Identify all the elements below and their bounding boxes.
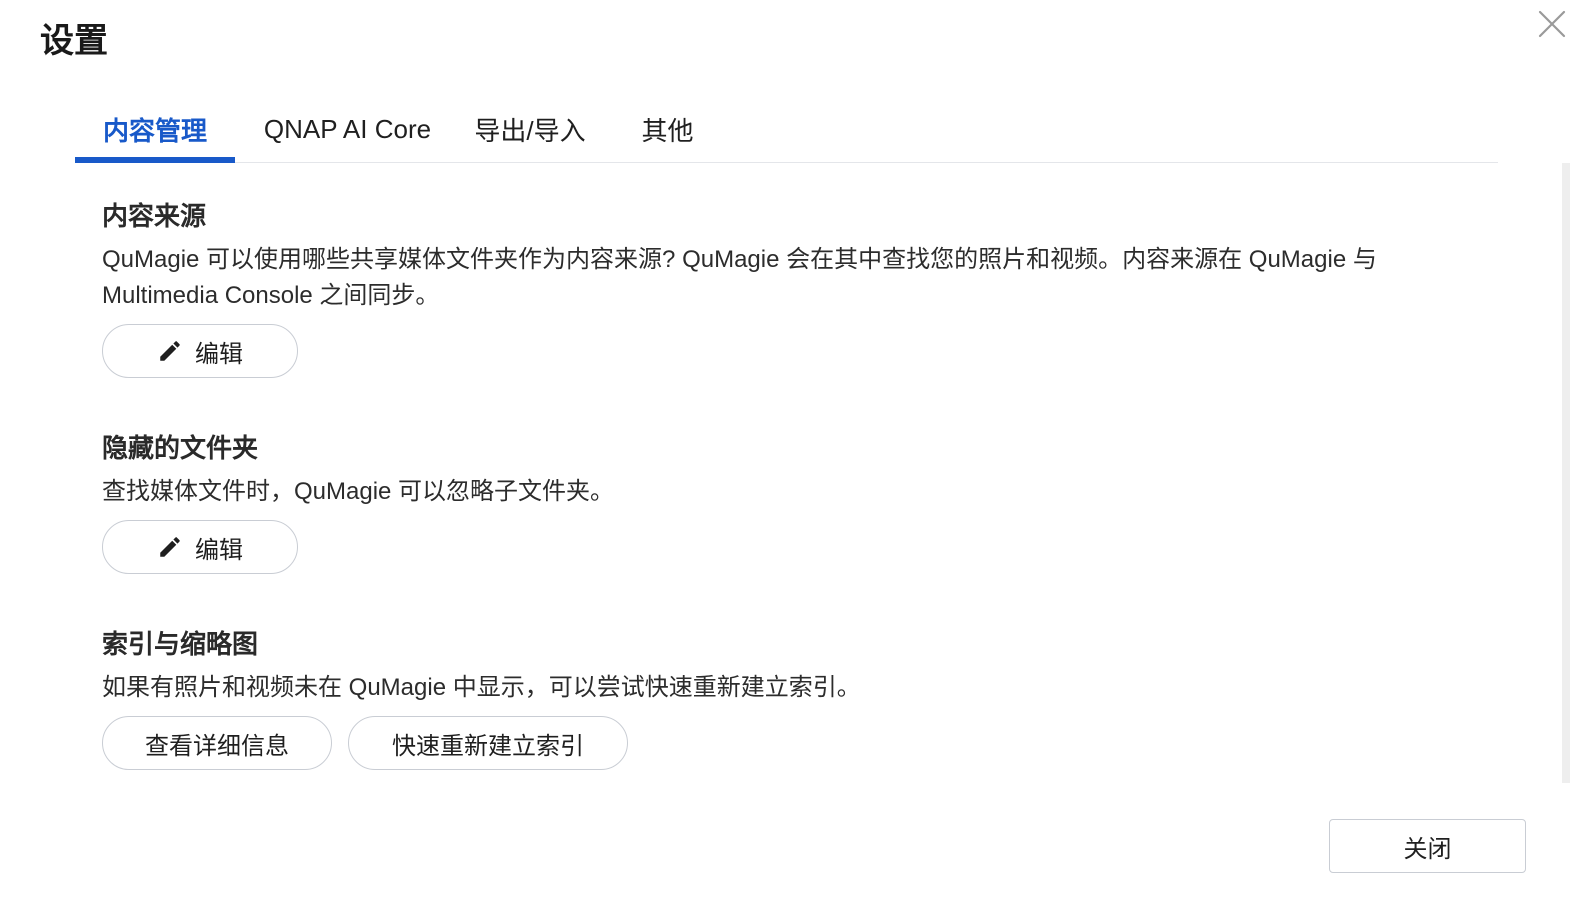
edit-hidden-folders-button[interactable]: 编辑 — [102, 520, 298, 574]
button-row: 编辑 — [102, 520, 1482, 574]
section-index-thumbnails: 索引与缩略图 如果有照片和视频未在 QuMagie 中显示，可以尝试快速重新建立… — [102, 624, 1482, 770]
section-description: 查找媒体文件时，QuMagie 可以忽略子文件夹。 — [102, 478, 615, 505]
section-title: 隐藏的文件夹 — [102, 433, 259, 463]
edit-content-source-button[interactable]: 编辑 — [102, 324, 298, 378]
settings-tabs: 内容管理 QNAP AI Core 导出/导入 其他 — [75, 96, 1498, 163]
section-content-source: 内容来源 QuMagie 可以使用哪些共享媒体文件夹作为内容来源? QuMagi… — [102, 196, 1482, 378]
button-row: 查看详细信息 快速重新建立索引 — [102, 716, 1482, 770]
quick-reindex-button[interactable]: 快速重新建立索引 — [348, 716, 628, 770]
edit-label: 编辑 — [195, 536, 243, 564]
tab-export-import[interactable]: 导出/导入 — [460, 96, 600, 162]
button-row: 编辑 — [102, 324, 1482, 378]
close-button[interactable]: 关闭 — [1329, 819, 1526, 873]
edit-label: 编辑 — [195, 340, 243, 368]
close-x-icon[interactable] — [1534, 6, 1570, 42]
settings-dialog: 设置 内容管理 QNAP AI Core 导出/导入 其他 内容来源 QuMag… — [0, 0, 1586, 906]
tab-qnap-ai-core[interactable]: QNAP AI Core — [235, 96, 460, 162]
section-title: 索引与缩略图 — [102, 629, 259, 659]
scrollbar[interactable] — [1562, 163, 1570, 783]
dialog-title: 设置 — [40, 22, 108, 60]
view-details-button[interactable]: 查看详细信息 — [102, 716, 332, 770]
pencil-icon — [157, 338, 183, 364]
tab-other[interactable]: 其他 — [600, 96, 735, 162]
section-description: QuMagie 可以使用哪些共享媒体文件夹作为内容来源? QuMagie 会在其… — [102, 246, 1377, 309]
pencil-icon — [157, 534, 183, 560]
section-title: 内容来源 — [102, 201, 207, 231]
tab-content-management[interactable]: 内容管理 — [75, 96, 235, 163]
section-hidden-folders: 隐藏的文件夹 查找媒体文件时，QuMagie 可以忽略子文件夹。 编辑 — [102, 428, 1482, 574]
section-description: 如果有照片和视频未在 QuMagie 中显示，可以尝试快速重新建立索引。 — [102, 674, 861, 701]
